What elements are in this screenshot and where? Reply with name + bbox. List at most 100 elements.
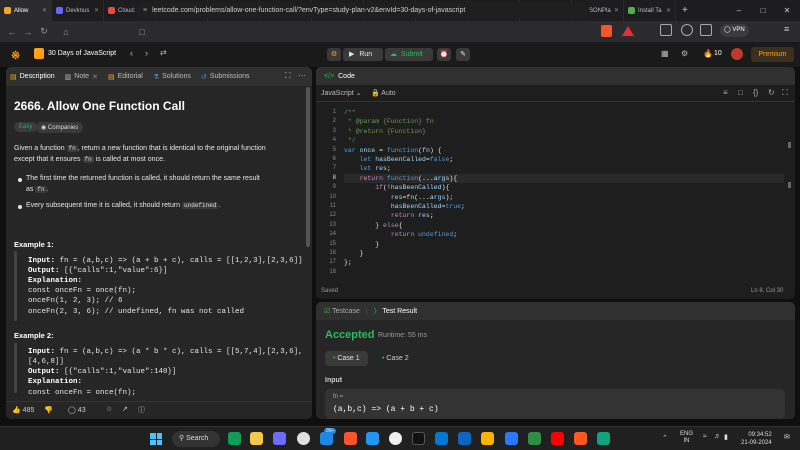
- run-button[interactable]: ▶ Run: [343, 48, 383, 61]
- settings-icon[interactable]: ⚙: [681, 49, 688, 58]
- browser-tab[interactable]: Install Ta ✕: [624, 0, 676, 21]
- url-field[interactable]: ≡ leetcode.com/problems/allow-one-functi…: [135, 3, 590, 18]
- language-indicator[interactable]: ENG IN: [680, 431, 693, 445]
- extensions-icon[interactable]: [681, 24, 693, 36]
- site-info-icon[interactable]: ≡: [143, 7, 147, 14]
- cursor-position: Ln 8, Col 30: [751, 288, 784, 294]
- notes-icon[interactable]: ✎: [456, 48, 470, 61]
- companies-chip[interactable]: ◉ Companies: [36, 122, 84, 133]
- language-select[interactable]: JavaScript ⌄: [321, 89, 362, 97]
- tray-chevron-icon[interactable]: ⌃: [662, 434, 668, 442]
- leetcode-logo-icon[interactable]: ※: [11, 49, 20, 62]
- reload-icon[interactable]: ↻: [36, 26, 52, 37]
- auto-toggle[interactable]: 🔒 Auto: [371, 89, 396, 97]
- tab-testcase[interactable]: ☑ Testcase: [324, 307, 360, 315]
- notification-bell-icon[interactable]: ✉: [784, 433, 790, 441]
- browser-tab[interactable]: Allow ✕: [0, 0, 52, 21]
- more-options-icon[interactable]: ⋯: [298, 71, 306, 80]
- scrollbar[interactable]: [306, 87, 310, 247]
- share-icon[interactable]: ↗: [122, 405, 128, 413]
- case-1-tab[interactable]: • Case 1: [325, 351, 368, 366]
- bookmark-icon[interactable]: □: [738, 88, 743, 97]
- chrome-icon[interactable]: [297, 432, 310, 445]
- vpn-button[interactable]: ◯ VPN: [720, 24, 749, 37]
- study-plan-title[interactable]: 30 Days of JavaScript: [48, 50, 116, 57]
- tab-close-icon[interactable]: ✕: [92, 73, 98, 81]
- tab-close-icon[interactable]: ✕: [666, 7, 671, 14]
- tab-note-label: Note: [74, 73, 90, 80]
- streak-icon[interactable]: 🔥: [703, 49, 713, 58]
- tab-solutions[interactable]: ⚗ Solutions: [153, 73, 191, 81]
- app-icon[interactable]: [574, 432, 587, 445]
- figma-icon[interactable]: [481, 432, 494, 445]
- problem-description: Given a function fn, return a new functi…: [14, 143, 304, 165]
- chatgpt-icon[interactable]: [597, 432, 610, 445]
- wallet-icon[interactable]: [700, 24, 712, 36]
- volume-icon[interactable]: ♬: [714, 433, 721, 440]
- browser-menu-icon[interactable]: ≡: [784, 24, 789, 34]
- premium-button[interactable]: Premium: [751, 47, 794, 62]
- favorite-icon[interactable]: ☆: [106, 405, 112, 413]
- debug-icon[interactable]: ⚙: [327, 48, 341, 61]
- case-2-tab[interactable]: • Case 2: [376, 351, 415, 366]
- maximize-icon[interactable]: □: [751, 0, 775, 21]
- windows-start-icon[interactable]: [150, 433, 162, 445]
- app-icon[interactable]: [505, 432, 518, 445]
- code-panel: </> Code JavaScript ⌄ 🔒 Auto ≡ □ {} ↻ ⛶ …: [316, 67, 795, 299]
- help-icon[interactable]: ⓘ: [138, 405, 145, 415]
- linkedin-icon[interactable]: [458, 432, 471, 445]
- editorial-icon: ▤: [107, 73, 115, 81]
- description-line-1: Given a function fn, return a new functi…: [14, 143, 304, 154]
- time: 09:34:52: [748, 432, 772, 438]
- x-twitter-icon[interactable]: [412, 432, 425, 445]
- youtube-icon[interactable]: [551, 432, 564, 445]
- edge-icon[interactable]: [228, 432, 241, 445]
- tab-description[interactable]: ▤ Description: [10, 73, 55, 81]
- clock[interactable]: 09:34:52 21-09-2024: [741, 431, 772, 447]
- tab-editorial[interactable]: ▤ Editorial: [108, 73, 143, 81]
- outlook-icon[interactable]: [435, 432, 448, 445]
- battery-icon[interactable]: ▮: [724, 433, 728, 441]
- like-button[interactable]: 👍 485: [12, 406, 34, 414]
- tab-test-result[interactable]: 〉 Test Result: [374, 306, 417, 316]
- layout-icon[interactable]: ▦: [661, 49, 669, 58]
- dislike-icon[interactable]: 👎: [44, 406, 53, 414]
- wifi-icon[interactable]: ≈: [703, 433, 707, 440]
- brave-shield-icon[interactable]: [601, 25, 612, 37]
- brave-rewards-icon[interactable]: [622, 26, 634, 36]
- reset-icon[interactable]: ↻: [768, 88, 775, 97]
- back-icon[interactable]: ←: [4, 27, 20, 37]
- tab-close-icon[interactable]: ✕: [614, 7, 619, 14]
- tab-note[interactable]: ▥ Note ✕: [65, 73, 98, 81]
- fullscreen-icon[interactable]: ⛶: [782, 88, 788, 98]
- photos-icon[interactable]: [273, 432, 286, 445]
- shuffle-icon[interactable]: ⇄: [160, 48, 167, 57]
- taskbar-search[interactable]: ⚲ Search: [172, 431, 220, 447]
- minimize-icon[interactable]: –: [727, 0, 751, 21]
- vscode-icon[interactable]: [366, 432, 379, 445]
- format-icon[interactable]: ≡: [723, 88, 728, 97]
- forward-icon[interactable]: →: [20, 27, 36, 37]
- sidebar-toggle-icon[interactable]: [660, 24, 672, 36]
- bookmark-icon[interactable]: □: [134, 27, 150, 37]
- description-line-2: except that it ensures fn is called at m…: [14, 154, 304, 165]
- braces-icon[interactable]: {}: [753, 88, 758, 97]
- github-icon[interactable]: [389, 432, 402, 445]
- new-tab-icon[interactable]: +: [676, 5, 694, 16]
- avatar[interactable]: [731, 48, 743, 60]
- prev-problem-icon[interactable]: ‹: [130, 48, 133, 58]
- home-icon[interactable]: ⌂: [58, 27, 74, 37]
- comments-button[interactable]: ◯ 43: [68, 406, 86, 414]
- expand-icon[interactable]: ⛶: [285, 71, 291, 81]
- timer-icon[interactable]: ⏰: [437, 48, 451, 61]
- tab-close-icon[interactable]: ✕: [42, 7, 47, 14]
- close-window-icon[interactable]: ✕: [775, 0, 799, 21]
- browser-tab[interactable]: Devknus ✕: [52, 0, 104, 21]
- tab-submissions[interactable]: ↺ Submissions: [201, 73, 250, 81]
- file-explorer-icon[interactable]: [250, 432, 263, 445]
- next-problem-icon[interactable]: ›: [145, 48, 148, 58]
- tab-close-icon[interactable]: ✕: [94, 7, 99, 14]
- submit-button[interactable]: ☁ Submit: [385, 48, 433, 61]
- geeksforgeeks-icon[interactable]: [528, 432, 541, 445]
- brave-icon[interactable]: [344, 432, 357, 445]
